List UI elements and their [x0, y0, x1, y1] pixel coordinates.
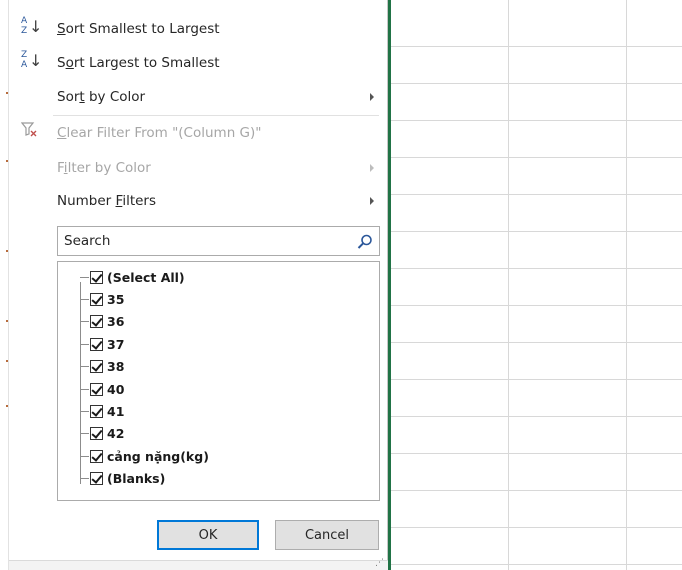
- filter-list-item[interactable]: 35: [80, 289, 124, 309]
- filter-list-item[interactable]: 37: [80, 334, 124, 354]
- sort-icon-arrow: ↓: [29, 17, 43, 36]
- filter-by-color-item[interactable]: Filter by Color: [9, 151, 388, 185]
- sort-descending-icon: Z A ↓: [21, 50, 43, 75]
- search-icon[interactable]: [356, 233, 374, 251]
- cell-marker: [6, 320, 8, 322]
- filter-list-item[interactable]: cảng nặng(kg): [80, 446, 209, 466]
- sort-ascending-icon: A Z ↓: [21, 16, 43, 41]
- column-gridline: [626, 0, 627, 570]
- tree-connector: [80, 455, 89, 457]
- tree-connector: [80, 388, 89, 390]
- cell-marker: [6, 92, 8, 94]
- tree-connector: [80, 343, 89, 345]
- checkbox[interactable]: [90, 427, 103, 441]
- tree-connector: [80, 298, 89, 300]
- cell-marker: [6, 360, 8, 362]
- clear-filter-label: Clear Filter From "(Column G)": [57, 125, 262, 141]
- search-input[interactable]: [64, 231, 344, 251]
- resize-grip-icon[interactable]: ⋰: [375, 559, 384, 568]
- sort-icon-letter: Z: [21, 26, 28, 36]
- cell-marker: [6, 160, 8, 162]
- checkbox[interactable]: [90, 315, 103, 329]
- filter-item-label: (Blanks): [107, 471, 166, 487]
- filter-item-label: cảng nặng(kg): [107, 448, 209, 464]
- filter-item-label: 41: [107, 403, 125, 419]
- filter-list-item[interactable]: 42: [80, 424, 124, 444]
- sort-icon-letter: Z: [21, 50, 28, 60]
- sort-icon-letter: A: [21, 16, 28, 26]
- submenu-arrow-icon: [370, 197, 374, 205]
- filter-value-list[interactable]: (Select All) 35 36 37 38 40 41 42 cảng nặng(kg) (…: [57, 261, 380, 501]
- funnel-x-shape: [20, 122, 37, 137]
- sort-by-color-label: Sort by Color: [57, 89, 146, 105]
- checkbox[interactable]: [90, 382, 103, 396]
- filter-item-label: 40: [107, 381, 125, 397]
- filter-by-color-label: Filter by Color: [57, 160, 151, 176]
- checkbox[interactable]: [90, 360, 103, 374]
- checkbox[interactable]: [90, 472, 103, 486]
- number-filters-item[interactable]: Number Filters: [9, 184, 388, 218]
- filter-item-label: 37: [107, 336, 125, 352]
- number-filters-label: Number Filters: [57, 193, 157, 209]
- cell-marker: [6, 405, 8, 407]
- tree-connector: [80, 478, 89, 480]
- cancel-button[interactable]: Cancel: [275, 520, 379, 550]
- sort-by-color-item[interactable]: Sort by Color: [9, 80, 388, 114]
- filter-item-label: 35: [107, 291, 125, 307]
- sort-ascending-item[interactable]: A Z ↓ Sort Smallest to Largest: [9, 12, 388, 46]
- search-box: [57, 226, 380, 256]
- filter-item-label: 38: [107, 359, 125, 375]
- cell-marker: [6, 250, 8, 252]
- tree-connector: [80, 321, 89, 323]
- checkbox[interactable]: [90, 449, 103, 463]
- sort-descending-item[interactable]: Z A ↓ Sort Largest to Smallest: [9, 46, 388, 80]
- selected-column-border: [388, 0, 391, 570]
- filter-list-item[interactable]: (Select All): [80, 267, 185, 287]
- checkbox[interactable]: [90, 270, 103, 284]
- tree-connector: [80, 366, 89, 368]
- filter-list-item[interactable]: (Blanks): [80, 469, 165, 489]
- filter-list-item[interactable]: 40: [80, 379, 124, 399]
- resize-bar[interactable]: ⋰: [9, 559, 388, 570]
- sort-icon-arrow: ↓: [29, 51, 43, 70]
- filter-list-item[interactable]: 38: [80, 357, 124, 377]
- tree-connector: [80, 410, 89, 412]
- submenu-arrow-icon: [370, 93, 374, 101]
- tree-connector: [80, 433, 89, 435]
- filter-item-label: (Select All): [107, 269, 185, 285]
- column-gridline: [508, 0, 509, 570]
- filter-list-item[interactable]: 36: [80, 312, 124, 332]
- checkbox[interactable]: [90, 292, 103, 306]
- filter-item-label: 42: [107, 426, 125, 442]
- filter-list-item[interactable]: 41: [80, 401, 124, 421]
- sheet-left-edge: [0, 0, 9, 570]
- checkbox[interactable]: [90, 404, 103, 418]
- sort-descending-label: Sort Largest to Smallest: [57, 55, 220, 71]
- tree-connector: [80, 276, 89, 278]
- sort-icon-letter: A: [21, 60, 28, 70]
- ok-button[interactable]: OK: [157, 520, 259, 550]
- filter-item-label: 36: [107, 314, 125, 330]
- clear-filter-icon: [20, 122, 41, 146]
- autofilter-menu: A Z ↓ Sort Smallest to Largest Z A ↓ Sor…: [9, 0, 388, 570]
- checkbox[interactable]: [90, 337, 103, 351]
- clear-filter-item[interactable]: Clear Filter From "(Column G)": [9, 116, 388, 150]
- submenu-arrow-icon: [370, 164, 374, 172]
- sort-ascending-label: Sort Smallest to Largest: [57, 21, 220, 37]
- excel-window: A Z ↓ Sort Smallest to Largest Z A ↓ Sor…: [0, 0, 682, 570]
